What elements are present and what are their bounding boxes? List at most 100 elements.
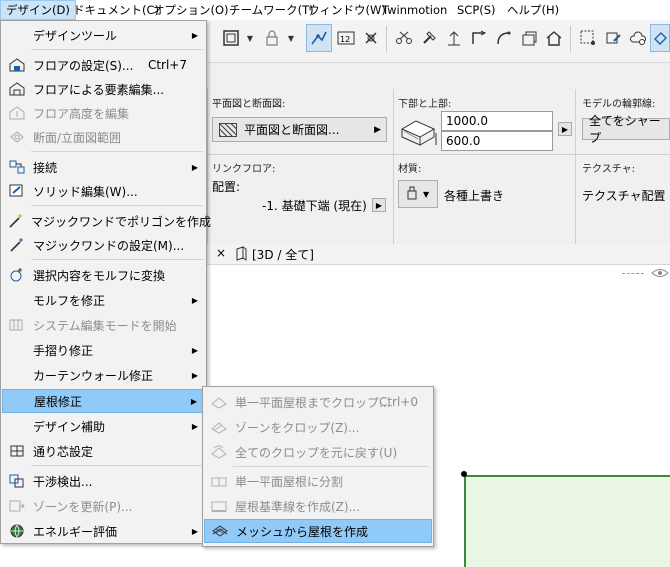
green-element[interactable] — [464, 475, 670, 567]
material-value: 各種上書き — [444, 189, 505, 203]
menu-item-solid-edit[interactable]: ソリッド編集(W)... — [2, 179, 205, 203]
submenu-item-crop-single-plane: 単一平面屋根までクロップ... Ctrl+0 — [204, 390, 432, 414]
floor-height-icon — [7, 104, 27, 122]
magic-wand-icon — [7, 212, 25, 230]
menu-item-curtain-wall-modify[interactable]: カーテンウォール修正 ▶ — [2, 363, 205, 387]
lock-icon[interactable] — [259, 24, 285, 52]
submenu-arrow-icon: ▶ — [191, 421, 198, 431]
chevron-down-icon[interactable]: ▼ — [284, 24, 298, 52]
top-elevation-field[interactable]: 1000.0 — [441, 111, 553, 131]
svg-text:12: 12 — [340, 35, 350, 44]
system-edit-icon — [7, 316, 27, 334]
menu-item-modify-morph[interactable]: モルフを修正 ▶ — [2, 288, 205, 312]
menu-help[interactable]: ヘルプ(H) — [502, 0, 564, 20]
menu-options[interactable]: オプション(O) — [148, 0, 234, 20]
menu-item-edit-floor-height: フロア高度を編集 — [2, 101, 205, 125]
menu-scp[interactable]: SCP(S) — [452, 0, 501, 20]
menu-item-connect[interactable]: 接続 ▶ — [2, 155, 205, 179]
roof-modify-submenu: 単一平面屋根までクロップ... Ctrl+0 ゾーンをクロップ(Z)... 全て… — [202, 386, 434, 547]
scissors-icon[interactable] — [391, 24, 417, 52]
material-dropdown[interactable]: ▼ — [398, 180, 438, 208]
morph-convert-icon — [7, 266, 27, 284]
menu-item-design-tools[interactable]: デザインツール ▶ — [2, 23, 205, 47]
menu-item-magic-wand-polygon[interactable]: マジックワンドでポリゴンを作成 — [2, 209, 211, 233]
eye-icon[interactable] — [650, 266, 670, 283]
design-menu: デザインツール ▶ フロアの設定(S)... Ctrl+7 フロアによる要素編集.… — [0, 20, 211, 544]
submenu-arrow-icon: ▶ — [191, 345, 198, 355]
floor-settings-icon — [7, 56, 27, 74]
chevron-right-icon[interactable]: ▶ — [558, 122, 572, 136]
submenu-item-roof-pivot-line: 屋根基準線を作成(Z)... — [204, 494, 432, 518]
menu-item-magic-wand-settings[interactable]: マジックワンドの設定(M)... — [2, 233, 205, 257]
menu-item-convert-to-morph[interactable]: 選択内容をモルフに変換 — [2, 263, 205, 287]
paint-icon[interactable] — [650, 24, 670, 52]
submenu-item-undo-all-crops: 全てのクロップを元に戻す(U) — [204, 440, 432, 464]
corner-icon[interactable] — [466, 24, 492, 52]
select-icon[interactable] — [575, 24, 601, 52]
chevron-right-icon[interactable]: ▶ — [372, 198, 386, 212]
menu-item-railing-modify[interactable]: 手摺り修正 ▶ — [2, 338, 205, 362]
hammer-icon[interactable] — [416, 24, 442, 52]
tab-3d[interactable]: [3D / 全て] — [233, 244, 314, 264]
menu-bar: デザイン(D) ドキュメント(C) オプション(O) チームワーク(T) ウィン… — [0, 0, 670, 21]
menu-item-roof-modify[interactable]: 屋根修正 ▶ — [2, 389, 205, 413]
submenu-item-roof-from-mesh[interactable]: メッシュから屋根を作成 — [204, 519, 432, 543]
model-outline-dropdown[interactable]: 全てをシャープ — [582, 114, 670, 145]
menu-twinmotion[interactable]: Twinmotion — [377, 0, 452, 20]
link-floor-label: リンクフロア: — [212, 164, 276, 175]
dimension-icon[interactable]: 12 — [333, 24, 359, 52]
texture-value: テクスチャ配置 — [582, 189, 666, 203]
zone-crop-icon — [209, 418, 229, 436]
undo-crop-icon — [209, 443, 229, 461]
snap-icon[interactable] — [306, 24, 332, 52]
close-tab-button[interactable]: × — [216, 246, 226, 260]
menu-item-grid-settings[interactable]: 通り芯設定 — [2, 439, 205, 463]
submenu-arrow-icon: ▶ — [191, 526, 198, 536]
menu-design[interactable]: デザイン(D) — [0, 0, 76, 20]
texture-label: テクスチャ: — [582, 164, 635, 175]
chevron-down-icon: ▼ — [423, 189, 430, 199]
cross-icon[interactable] — [358, 24, 384, 52]
collision-icon — [7, 472, 27, 490]
curve-icon[interactable] — [491, 24, 517, 52]
chevron-right-icon: ▶ — [374, 124, 381, 135]
submenu-arrow-icon: ▶ — [191, 162, 198, 172]
mesh-roof-icon — [210, 522, 230, 540]
connect-icon — [7, 158, 27, 176]
roof-crop-icon — [209, 393, 229, 411]
layout-icon[interactable] — [218, 24, 244, 52]
bottom-elevation-field[interactable]: 600.0 — [441, 131, 553, 151]
grid-settings-icon — [7, 442, 27, 460]
submenu-item-crop-zone: ゾーンをクロップ(Z)... — [204, 415, 432, 439]
plan-section-label: 平面図と断面図: — [212, 99, 286, 110]
top-bottom-label: 下部と上部: — [398, 99, 452, 110]
menu-item-update-zones: ゾーンを更新(P)... — [2, 494, 205, 518]
zone-update-icon — [7, 497, 27, 515]
house-icon[interactable] — [541, 24, 567, 52]
menu-item-collision-detection[interactable]: 干渉検出... — [2, 469, 205, 493]
elevate-icon[interactable] — [441, 24, 467, 52]
menu-item-section-range: 断面/立面図範囲 — [2, 125, 205, 149]
offset-icon[interactable] — [516, 24, 542, 52]
submenu-arrow-icon: ▶ — [190, 396, 197, 406]
chevron-down-icon[interactable]: ▼ — [243, 24, 257, 52]
pivot-line-icon — [209, 497, 229, 515]
placement-value: -1. 基礎下端 (現在) — [262, 199, 367, 213]
menu-item-energy-evaluation[interactable]: エネルギー評価 ▶ — [2, 519, 205, 543]
menu-item-edit-by-floor[interactable]: フロアによる要素編集... — [2, 77, 205, 101]
globe-icon — [7, 522, 27, 540]
plan-section-dropdown[interactable]: 平面図と断面図... ▶ — [212, 117, 387, 142]
cloud-icon[interactable] — [625, 24, 651, 52]
solid-edit-icon — [7, 182, 27, 200]
edit-shape-icon[interactable] — [600, 24, 626, 52]
submenu-arrow-icon: ▶ — [191, 370, 198, 380]
menu-item-floor-settings[interactable]: フロアの設定(S)... Ctrl+7 — [2, 53, 205, 77]
menu-item-design-assist[interactable]: デザイン補助 ▶ — [2, 414, 205, 438]
roof-split-icon — [209, 472, 229, 490]
dashed-marker — [622, 273, 644, 274]
section-range-icon — [7, 128, 27, 146]
paint-bucket-icon — [405, 185, 419, 204]
menu-item-system-edit-mode: システム編集モードを開始 — [2, 313, 205, 337]
3d-view-icon — [233, 245, 249, 264]
placement-label: 配置: — [212, 180, 241, 194]
